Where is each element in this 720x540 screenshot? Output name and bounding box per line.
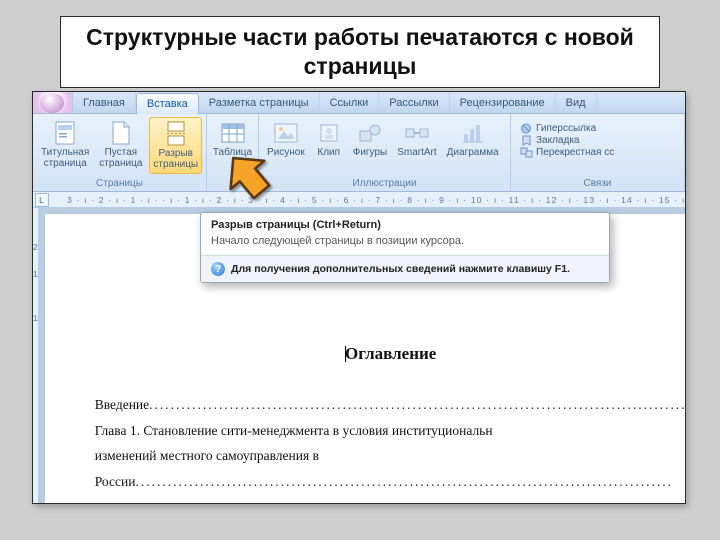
blank-page-icon: [107, 120, 135, 146]
table-icon: [219, 120, 247, 146]
toc-line-ch1b: изменений местного самоуправления в Росс…: [95, 443, 686, 494]
pointer-arrow-icon: [220, 148, 282, 210]
page-break-icon: [162, 121, 190, 147]
tool-title-page[interactable]: Титульная страница: [38, 117, 92, 172]
group-illustrations-label: Иллюстрации: [259, 178, 510, 191]
tab-insert[interactable]: Вставка: [136, 93, 199, 114]
tab-mailings[interactable]: Рассылки: [379, 92, 449, 113]
tooltip-title: Разрыв страницы (Ctrl+Return): [201, 213, 609, 235]
title-page-icon: [51, 120, 79, 146]
clip-icon: [315, 120, 343, 146]
tool-clip[interactable]: Клип: [312, 117, 346, 162]
toc-line-intro: Введение: [95, 392, 686, 418]
tool-blank-page[interactable]: Пустая страница: [96, 117, 145, 172]
tool-page-break[interactable]: Разрыв страницы: [149, 117, 202, 174]
group-links-label: Связи: [511, 178, 684, 191]
crossref-icon: [520, 147, 533, 158]
tooltip-page-break: Разрыв страницы (Ctrl+Return) Начало сле…: [200, 212, 610, 283]
slide-title-box: Структурные части работы печатаются с но…: [60, 16, 660, 88]
tool-crossref[interactable]: Перекрестная сс: [520, 147, 614, 158]
tooltip-body: Начало следующей страницы в позиции курс…: [201, 235, 609, 255]
slide: Структурные части работы печатаются с но…: [0, 0, 720, 540]
slide-title: Структурные части работы печатаются с но…: [77, 23, 643, 81]
tab-layout[interactable]: Разметка страницы: [199, 92, 320, 113]
tool-smartart[interactable]: SmartArt: [394, 117, 439, 162]
help-icon: ?: [211, 262, 225, 276]
ruler-tab-selector[interactable]: L: [35, 193, 49, 207]
tab-review[interactable]: Рецензирование: [450, 92, 556, 113]
ribbon: Титульная страница Пустая страница Разры…: [33, 114, 685, 192]
horizontal-ruler[interactable]: L 3 · ı · 2 · ı · 1 · ı · · ı · 1 · ı · …: [33, 192, 685, 208]
vertical-ruler[interactable]: 2 1 1: [33, 208, 39, 503]
group-illustrations: Рисунок Клип Фигуры SmartArt: [259, 114, 511, 191]
chart-icon: [459, 120, 487, 146]
tool-bookmark[interactable]: Закладка: [520, 135, 614, 146]
smartart-icon: [403, 120, 431, 146]
group-pages: Титульная страница Пустая страница Разры…: [33, 114, 207, 191]
toc-line-ch1a: Глава 1. Становление сити-менеджмента в …: [95, 418, 686, 444]
tooltip-help: ? Для получения дополнительных сведений …: [201, 255, 609, 282]
hyperlink-icon: [520, 123, 533, 134]
group-pages-label: Страницы: [33, 178, 206, 191]
shapes-icon: [356, 120, 384, 146]
ribbon-tabrow: Главная Вставка Разметка страницы Ссылки…: [33, 92, 685, 114]
tab-view[interactable]: Вид: [556, 92, 597, 113]
tool-shapes[interactable]: Фигуры: [350, 117, 390, 162]
tool-chart[interactable]: Диаграмма: [444, 117, 502, 162]
group-links: Гиперссылка Закладка Перекрестная сс Свя…: [511, 114, 685, 191]
office-button[interactable]: [33, 92, 73, 113]
tool-hyperlink[interactable]: Гиперссылка: [520, 123, 614, 134]
doc-heading: Оглавление: [95, 344, 686, 364]
tab-references[interactable]: Ссылки: [320, 92, 380, 113]
tab-home[interactable]: Главная: [73, 92, 136, 113]
office-logo-icon: [40, 93, 64, 113]
word-screenshot: Главная Вставка Разметка страницы Ссылки…: [32, 91, 686, 504]
bookmark-icon: [520, 135, 533, 146]
picture-icon: [272, 120, 300, 146]
